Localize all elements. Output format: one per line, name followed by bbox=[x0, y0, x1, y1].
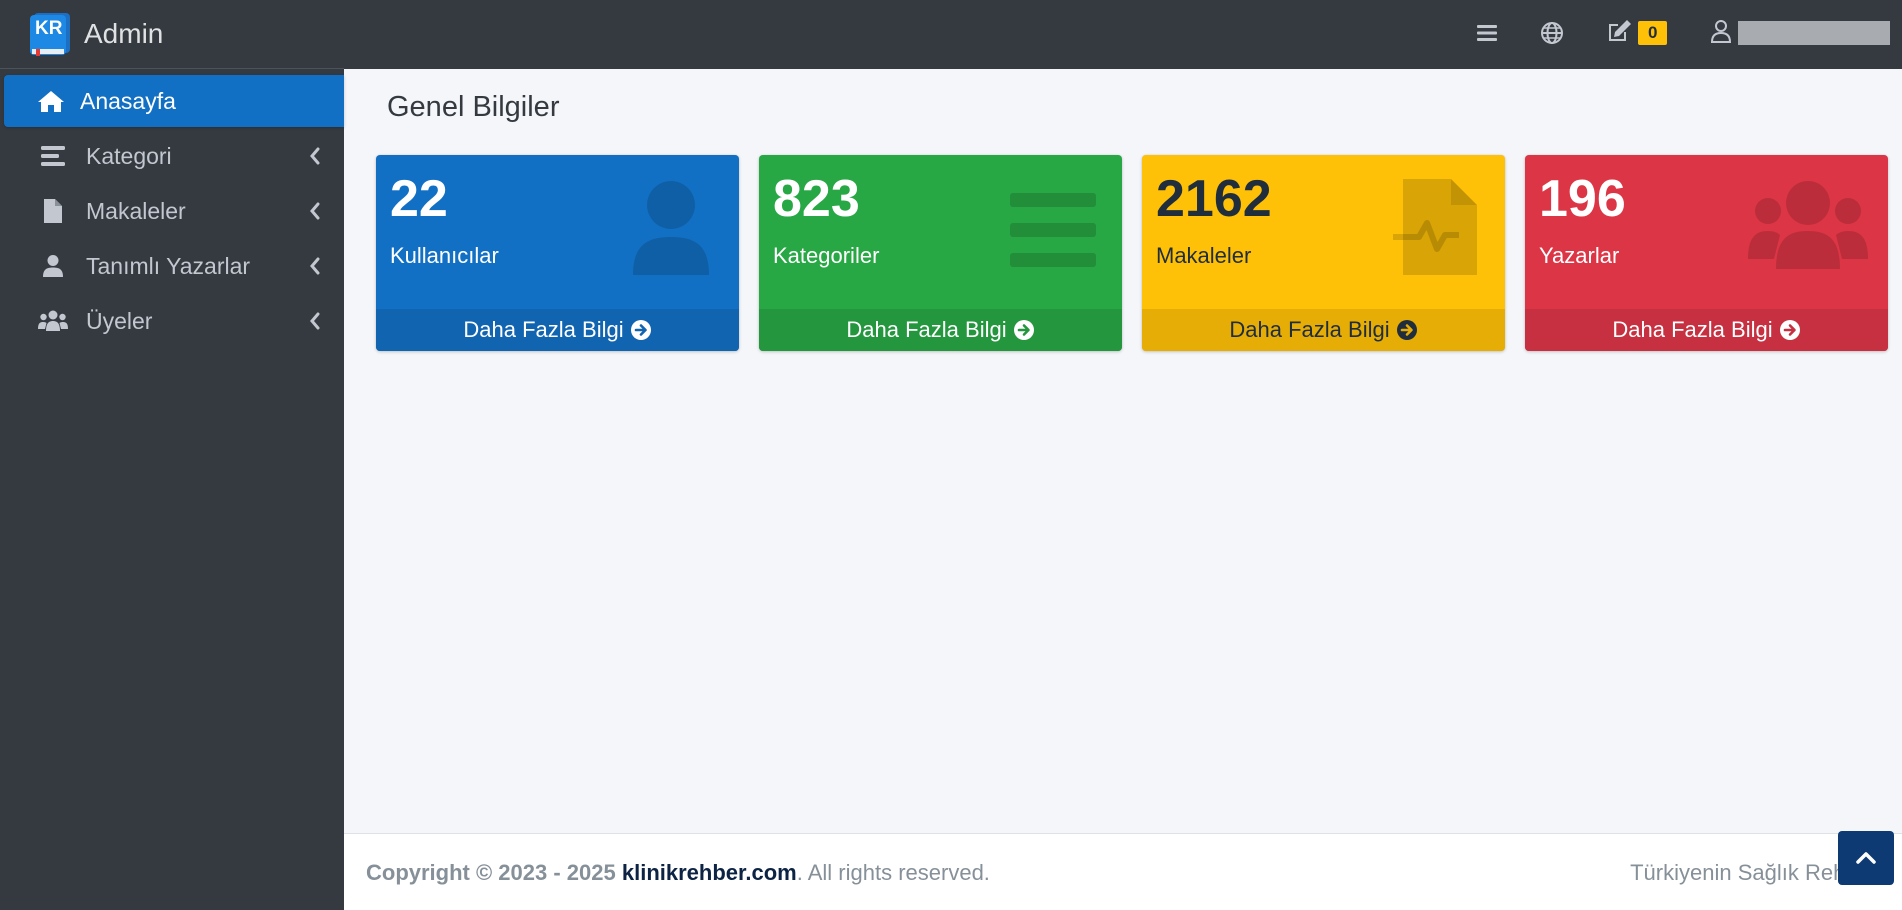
page-title: Genel Bilgiler bbox=[387, 91, 560, 123]
main-footer: Copyright © 2023 - 2025 klinikrehber.com… bbox=[344, 833, 1902, 910]
stat-value: 196 bbox=[1539, 170, 1626, 228]
sidebar-item-label: Tanımlı Yazarlar bbox=[86, 252, 251, 279]
arrow-circle-right-icon bbox=[1779, 320, 1800, 340]
sidebar-item-uyeler[interactable]: Üyeler bbox=[4, 295, 344, 347]
brand-logo-text: KR bbox=[35, 18, 63, 39]
stat-box-makaleler: 2162 Makaleler Daha Fazla Bilgi bbox=[1142, 155, 1505, 351]
user-icon bbox=[633, 181, 709, 275]
rights-text: . All rights reserved. bbox=[796, 860, 990, 885]
more-info-label: Daha Fazla Bilgi bbox=[463, 317, 624, 342]
sidebar-item-anasayfa[interactable]: Anasayfa bbox=[4, 75, 344, 127]
sidebar: KR Admin Anasayfa Kategori Makaleler Tan… bbox=[0, 0, 344, 910]
list-icon bbox=[1010, 193, 1096, 267]
more-info-link[interactable]: Daha Fazla Bilgi bbox=[1525, 309, 1888, 351]
globe-icon[interactable] bbox=[1540, 18, 1564, 48]
more-info-link[interactable]: Daha Fazla Bilgi bbox=[759, 309, 1122, 351]
user-icon bbox=[38, 253, 68, 279]
user-menu[interactable] bbox=[1710, 18, 1890, 48]
brand-title: Admin bbox=[84, 18, 164, 49]
users-icon bbox=[38, 308, 68, 334]
stat-label: Makaleler bbox=[1156, 243, 1252, 268]
stat-label: Yazarlar bbox=[1539, 243, 1620, 268]
users-icon bbox=[1748, 181, 1868, 269]
top-navbar: 0 bbox=[344, 0, 1902, 69]
more-info-label: Daha Fazla Bilgi bbox=[1229, 317, 1390, 342]
more-info-link[interactable]: Daha Fazla Bilgi bbox=[376, 309, 739, 351]
stat-label: Kategoriler bbox=[773, 243, 880, 268]
stat-value: 823 bbox=[773, 170, 860, 228]
user-icon bbox=[1710, 19, 1732, 48]
chevron-up-icon bbox=[1856, 852, 1876, 864]
file-medical-icon bbox=[1393, 179, 1477, 275]
edit-icon bbox=[1606, 19, 1632, 48]
edit-count-badge: 0 bbox=[1638, 21, 1668, 45]
chevron-left-icon bbox=[310, 257, 320, 275]
brand-link[interactable]: KR Admin bbox=[0, 0, 344, 69]
more-info-link[interactable]: Daha Fazla Bilgi bbox=[1142, 309, 1505, 351]
stat-label: Kullanıcılar bbox=[390, 243, 499, 268]
sidebar-item-label: Anasayfa bbox=[80, 87, 176, 114]
edit-notifications[interactable]: 0 bbox=[1606, 18, 1668, 48]
back-to-top-button[interactable] bbox=[1838, 831, 1894, 885]
sidebar-item-makaleler[interactable]: Makaleler bbox=[4, 185, 344, 237]
user-name-redacted bbox=[1738, 21, 1890, 45]
sidebar-nav: Anasayfa Kategori Makaleler Tanımlı Yaza… bbox=[0, 69, 344, 347]
menu-icon[interactable] bbox=[1476, 18, 1498, 48]
copyright-prefix: Copyright © 2023 - 2025 bbox=[366, 860, 616, 885]
arrow-circle-right-icon bbox=[630, 320, 651, 340]
stat-value: 22 bbox=[390, 170, 448, 228]
copyright-text: Copyright © 2023 - 2025 klinikrehber.com… bbox=[366, 860, 990, 886]
more-info-label: Daha Fazla Bilgi bbox=[846, 317, 1007, 342]
site-link[interactable]: klinikrehber.com bbox=[622, 860, 797, 885]
sidebar-item-kategori[interactable]: Kategori bbox=[4, 130, 344, 182]
more-info-label: Daha Fazla Bilgi bbox=[1612, 317, 1773, 342]
chevron-left-icon bbox=[310, 147, 320, 165]
brand-logo: KR bbox=[28, 11, 74, 57]
stat-box-yazarlar: 196 Yazarlar Daha Fazla Bilgi bbox=[1525, 155, 1888, 351]
sidebar-item-label: Üyeler bbox=[86, 307, 153, 334]
chevron-left-icon bbox=[310, 312, 320, 330]
arrow-circle-right-icon bbox=[1396, 320, 1417, 340]
sidebar-item-tanimli-yazarlar[interactable]: Tanımlı Yazarlar bbox=[4, 240, 344, 292]
home-icon bbox=[36, 88, 66, 114]
list-icon bbox=[38, 143, 68, 169]
stat-value: 2162 bbox=[1156, 170, 1272, 228]
main-content: Genel Bilgiler 22 Kullanıcılar Daha Fazl… bbox=[344, 69, 1902, 833]
file-icon bbox=[38, 198, 68, 224]
stat-box-kategoriler: 823 Kategoriler Daha Fazla Bilgi bbox=[759, 155, 1122, 351]
arrow-circle-right-icon bbox=[1013, 320, 1034, 340]
sidebar-item-label: Makaleler bbox=[86, 197, 186, 224]
stat-box-kullanicilar: 22 Kullanıcılar Daha Fazla Bilgi bbox=[376, 155, 739, 351]
chevron-left-icon bbox=[310, 202, 320, 220]
sidebar-item-label: Kategori bbox=[86, 142, 172, 169]
